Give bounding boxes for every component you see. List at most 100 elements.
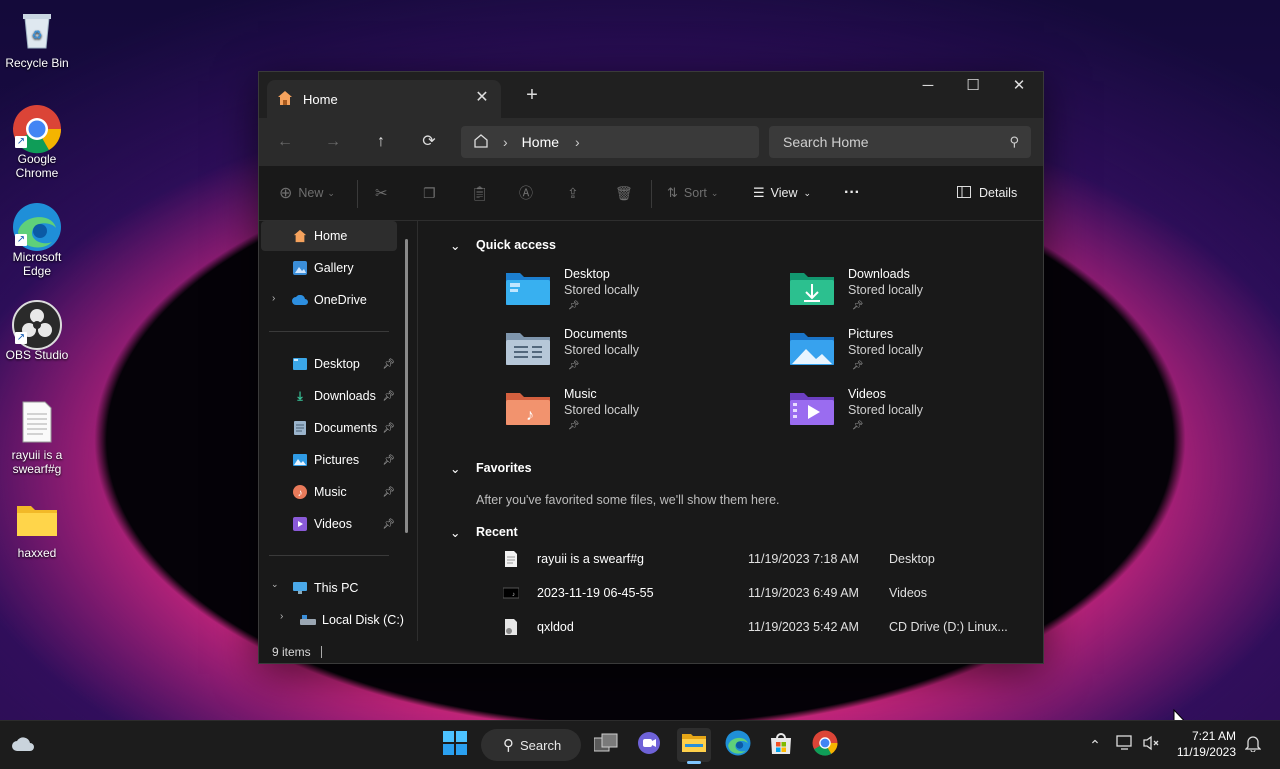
sidebar-item-music[interactable]: ♪ Music 📌︎ bbox=[261, 477, 397, 507]
sidebar-item-this-pc[interactable]: This PC bbox=[261, 573, 397, 603]
desktop-icon-recycle-bin[interactable]: ♻ Recycle Bin bbox=[0, 8, 74, 70]
sidebar-item-local-disk[interactable]: Local Disk (C:) bbox=[261, 605, 405, 635]
show-hidden-icons-button[interactable]: ⌃ bbox=[1078, 728, 1112, 762]
more-options-button[interactable]: ··· bbox=[844, 183, 860, 203]
item-name: Desktop bbox=[564, 267, 610, 281]
paste-button[interactable]: 📋︎ bbox=[471, 183, 489, 203]
start-button[interactable] bbox=[438, 728, 472, 762]
details-pane-button[interactable]: Details bbox=[957, 183, 1017, 203]
back-button[interactable]: ← bbox=[273, 130, 297, 154]
item-name: Documents bbox=[564, 327, 628, 341]
sidebar-item-onedrive[interactable]: OneDrive bbox=[261, 285, 397, 315]
rename-button[interactable]: Ⓐ bbox=[519, 183, 533, 203]
item-name: Downloads bbox=[848, 267, 910, 281]
share-button[interactable]: ⇪ bbox=[567, 183, 579, 203]
tab-close-button[interactable]: ✕ bbox=[473, 89, 491, 107]
sidebar-item-pictures[interactable]: Pictures 📌︎ bbox=[261, 445, 397, 475]
pin-icon[interactable]: 📌︎ bbox=[382, 455, 395, 466]
sidebar-item-videos[interactable]: Videos 📌︎ bbox=[261, 509, 397, 539]
recent-header[interactable]: ⌄ Recent bbox=[450, 525, 518, 540]
up-button[interactable]: ↑ bbox=[369, 130, 393, 154]
sidebar-item-label: Documents bbox=[314, 421, 378, 435]
system-clock[interactable]: 7:21 AM 11/19/2023 bbox=[1177, 728, 1236, 760]
sidebar-scrollbar[interactable] bbox=[405, 239, 408, 533]
edge-icon: ↗ bbox=[13, 202, 61, 251]
sidebar-item-desktop[interactable]: Desktop 📌︎ bbox=[261, 349, 397, 379]
network-icon bbox=[1116, 734, 1134, 756]
file-explorer-window: Home ✕ + ─ ☐ ✕ ← → ↑ ⟳ › Home › Search H… bbox=[258, 71, 1044, 664]
desktop-icon-chrome[interactable]: ↗ Google Chrome bbox=[0, 104, 74, 180]
favorites-header[interactable]: ⌄ Favorites bbox=[450, 461, 532, 476]
search-input[interactable]: Search Home ⚲ bbox=[769, 126, 1031, 158]
desktop-icon-label-line2: swearf#g bbox=[12, 462, 62, 476]
maximize-button[interactable]: ☐ bbox=[950, 72, 996, 102]
edge-taskbar-button[interactable] bbox=[721, 728, 755, 762]
quick-access-pictures[interactable]: Pictures Stored locally 📌︎ bbox=[790, 327, 1050, 383]
desktop-icon-text-file[interactable]: rayuii is a swearf#g bbox=[0, 400, 74, 476]
desktop-icon-edge[interactable]: ↗ Microsoft Edge bbox=[0, 202, 74, 278]
desktop-icon-haxxed-folder[interactable]: haxxed bbox=[0, 498, 74, 560]
close-window-button[interactable]: ✕ bbox=[996, 72, 1042, 102]
pin-icon[interactable]: 📌︎ bbox=[382, 423, 395, 434]
delete-button[interactable]: 🗑︎ bbox=[615, 183, 633, 203]
pin-icon[interactable]: 📌︎ bbox=[382, 391, 395, 402]
quick-access-downloads[interactable]: Downloads Stored locally 📌︎ bbox=[790, 267, 1050, 323]
video-icon bbox=[292, 516, 308, 532]
sort-button[interactable]: ⇅ Sort ⌄ bbox=[667, 183, 718, 203]
recent-file-date: 11/19/2023 7:18 AM bbox=[748, 552, 859, 566]
chevron-down-icon: ⌄ bbox=[803, 187, 812, 198]
recent-row[interactable]: rayuii is a swearf#g 11/19/2023 7:18 AM … bbox=[503, 546, 1043, 572]
teams-chat-button[interactable] bbox=[632, 728, 666, 762]
pin-icon[interactable]: 📌︎ bbox=[382, 487, 395, 498]
address-bar[interactable]: › Home › bbox=[461, 126, 759, 158]
copy-button[interactable]: ❐ bbox=[423, 183, 436, 203]
taskbar: ⚲ Search ⌃ 7:21 AM 11/19/2023 bbox=[0, 720, 1280, 769]
sidebar-item-label: Desktop bbox=[314, 357, 360, 371]
desktop-icon-label-line1: Google bbox=[17, 152, 57, 166]
recent-file-location: Desktop bbox=[889, 552, 935, 566]
file-explorer-taskbar-button[interactable] bbox=[677, 728, 711, 764]
home-icon bbox=[277, 90, 293, 109]
widgets-button[interactable] bbox=[6, 728, 40, 762]
tab-home[interactable]: Home ✕ bbox=[267, 80, 501, 118]
taskbar-search-box[interactable]: ⚲ Search bbox=[481, 729, 581, 761]
quick-access-desktop[interactable]: Desktop Stored locally 📌︎ bbox=[506, 267, 766, 323]
store-taskbar-button[interactable] bbox=[764, 728, 798, 762]
volume-button[interactable] bbox=[1134, 728, 1168, 762]
minimize-button[interactable]: ─ bbox=[905, 72, 951, 102]
forward-button[interactable]: → bbox=[321, 130, 345, 154]
quick-access-documents[interactable]: Documents Stored locally 📌︎ bbox=[506, 327, 766, 383]
search-icon: ⚲ bbox=[1009, 134, 1019, 149]
view-button[interactable]: ☰ View ⌄ bbox=[753, 183, 811, 203]
new-button[interactable]: ⊕ New ⌄ bbox=[279, 183, 335, 203]
sidebar-item-documents[interactable]: Documents 📌︎ bbox=[261, 413, 397, 443]
chevron-right-icon[interactable]: › bbox=[575, 134, 580, 150]
task-view-icon bbox=[593, 733, 618, 758]
item-status: Stored locally bbox=[848, 403, 924, 417]
sidebar-item-gallery[interactable]: Gallery bbox=[261, 253, 397, 283]
pin-icon[interactable]: 📌︎ bbox=[382, 359, 395, 370]
sidebar-item-label: Downloads bbox=[314, 389, 376, 403]
obs-icon: ↗ bbox=[12, 300, 62, 350]
new-tab-button[interactable]: + bbox=[521, 84, 543, 106]
sidebar-item-home[interactable]: Home bbox=[261, 221, 397, 251]
chrome-taskbar-button[interactable] bbox=[808, 728, 842, 762]
home-icon bbox=[292, 228, 308, 244]
search-label: Search bbox=[520, 737, 562, 753]
divider bbox=[269, 331, 389, 332]
section-title: Favorites bbox=[476, 461, 532, 475]
pin-icon[interactable]: 📌︎ bbox=[382, 519, 395, 530]
desktop-icon-obs[interactable]: ↗ OBS Studio bbox=[0, 300, 74, 362]
recent-row[interactable]: qxldod 11/19/2023 5:42 AM CD Drive (D:) … bbox=[503, 614, 1043, 640]
refresh-button[interactable]: ⟳ bbox=[417, 130, 441, 154]
cut-button[interactable]: ✂ bbox=[375, 183, 388, 203]
home-icon bbox=[473, 133, 489, 152]
recent-row[interactable]: ♪ 2023-11-19 06-45-55 11/19/2023 6:49 AM… bbox=[503, 580, 1043, 606]
quick-access-header[interactable]: ⌄ Quick access bbox=[450, 238, 556, 253]
notifications-button[interactable] bbox=[1236, 728, 1270, 762]
breadcrumb-home[interactable]: Home bbox=[522, 134, 559, 150]
quick-access-music[interactable]: ♪ Music Stored locally 📌︎ bbox=[506, 387, 766, 443]
sidebar-item-downloads[interactable]: ⤓ Downloads 📌︎ bbox=[261, 381, 397, 411]
task-view-button[interactable] bbox=[589, 728, 623, 762]
quick-access-videos[interactable]: Videos Stored locally 📌︎ bbox=[790, 387, 1050, 443]
